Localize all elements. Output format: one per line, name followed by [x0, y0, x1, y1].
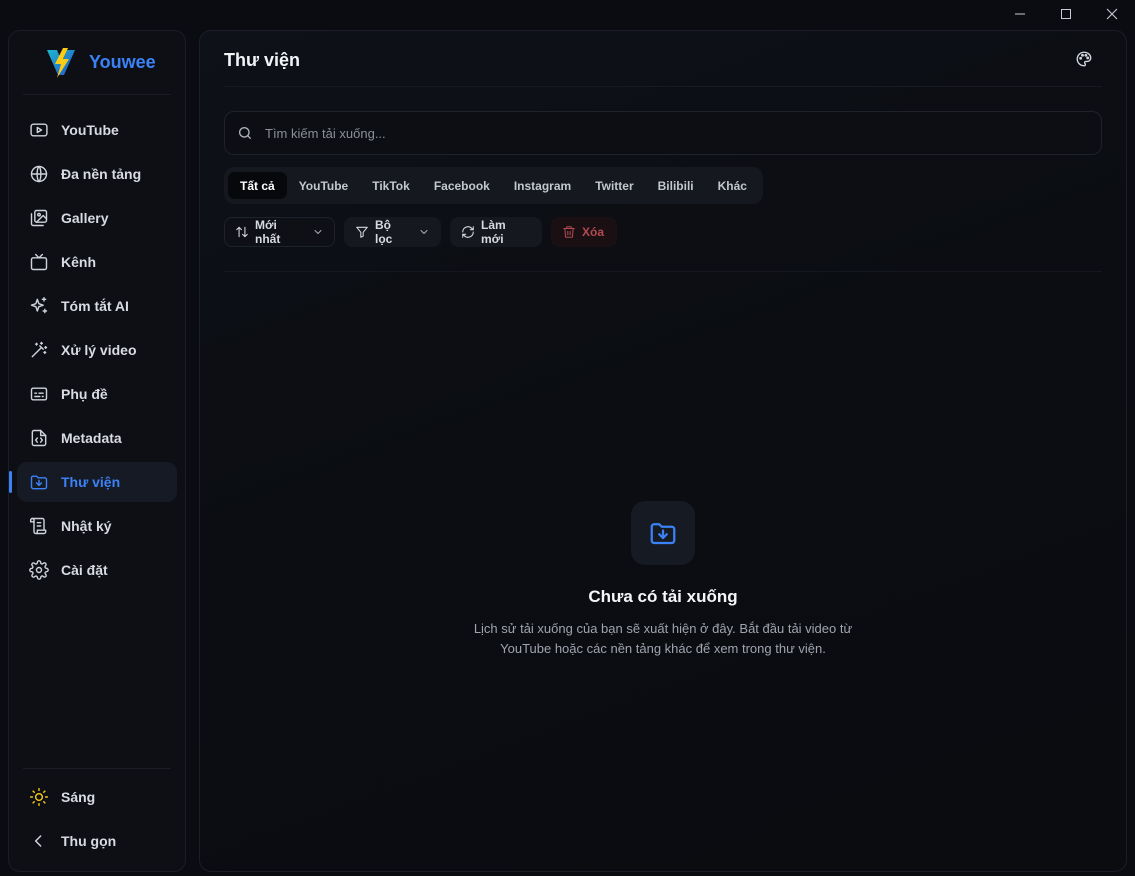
trash-icon	[562, 225, 576, 239]
empty-state-description: Lịch sử tải xuống của bạn sẽ xuất hiện ở…	[473, 621, 853, 656]
page-title: Thư viện	[224, 50, 301, 70]
close-button[interactable]	[1089, 0, 1135, 28]
delete-button[interactable]: Xóa	[551, 217, 617, 247]
sidebar-item-label: Kênh	[61, 254, 96, 270]
gear-icon	[29, 560, 49, 580]
collapse-sidebar-button[interactable]: Thu gọn	[17, 821, 177, 861]
sidebar-item-label: Tóm tắt AI	[61, 298, 129, 314]
tab-instagram[interactable]: Instagram	[502, 172, 583, 199]
theme-palette-button[interactable]	[1075, 50, 1093, 68]
main-panel: Thư viện Tất cả YouTube TikTok Facebook …	[199, 30, 1127, 872]
sidebar-item-label: Xử lý video	[61, 342, 137, 358]
empty-state-title: Chưa có tải xuống	[588, 587, 738, 606]
sidebar-item-label: YouTube	[61, 122, 119, 138]
sidebar-item-label: Cài đặt	[61, 562, 108, 578]
sidebar-item-label: Thư viện	[61, 474, 121, 490]
globe-icon	[29, 164, 49, 184]
sidebar-item-gallery[interactable]: Gallery	[17, 198, 177, 238]
sort-dropdown[interactable]: Mới nhất	[224, 217, 335, 247]
folder-download-icon	[650, 523, 676, 545]
search-input[interactable]	[265, 125, 1101, 141]
filter-dropdown[interactable]: Bộ lọc	[344, 217, 441, 247]
divider	[224, 271, 1102, 272]
filter-icon	[355, 225, 369, 239]
sidebar-bottom: Sáng Thu gọn	[9, 768, 185, 865]
sidebar-item-metadata[interactable]: Metadata	[17, 418, 177, 458]
sidebar-item-channels[interactable]: Kênh	[17, 242, 177, 282]
palette-icon	[1076, 51, 1092, 67]
sidebar-item-label: Metadata	[61, 430, 122, 446]
delete-label: Xóa	[582, 225, 605, 239]
sidebar-item-library[interactable]: Thư viện	[9, 462, 177, 502]
brand[interactable]: Youwee	[23, 31, 171, 95]
tv-icon	[29, 252, 49, 272]
tab-youtube[interactable]: YouTube	[287, 172, 361, 199]
toolbar: Mới nhất Bộ lọc Làm mới Xóa	[224, 217, 617, 247]
window-controls	[997, 0, 1135, 28]
tab-facebook[interactable]: Facebook	[422, 172, 502, 199]
sidebar-nav: YouTube Đa nền tảng Gallery Kênh Tóm tắt…	[9, 110, 185, 594]
tab-bilibili[interactable]: Bilibili	[646, 172, 706, 199]
search-icon	[239, 127, 251, 139]
chevron-down-icon	[312, 226, 324, 238]
theme-toggle-label: Sáng	[61, 789, 96, 805]
chevron-down-icon	[418, 226, 430, 238]
sidebar-item-video-processing[interactable]: Xử lý video	[17, 330, 177, 370]
sort-arrows-icon	[235, 225, 249, 239]
sidebar-item-settings[interactable]: Cài đặt	[17, 550, 177, 590]
minimize-button[interactable]	[997, 0, 1043, 28]
magic-wand-icon	[29, 340, 49, 360]
tab-twitter[interactable]: Twitter	[583, 172, 645, 199]
close-icon	[1106, 8, 1118, 20]
theme-toggle[interactable]: Sáng	[17, 777, 177, 817]
tab-other[interactable]: Khác	[706, 172, 759, 199]
sidebar: Youwee YouTube Đa nền tảng Gallery Kênh	[8, 30, 186, 872]
minimize-icon	[1015, 13, 1025, 15]
youwee-logo-icon	[47, 47, 75, 78]
tab-tiktok[interactable]: TikTok	[360, 172, 422, 199]
maximize-button[interactable]	[1043, 0, 1089, 28]
divider	[224, 86, 1102, 87]
sidebar-item-label: Gallery	[61, 210, 109, 226]
subtitles-icon	[29, 384, 49, 404]
divider	[23, 768, 171, 769]
maximize-icon	[1061, 9, 1071, 19]
sun-icon	[29, 787, 49, 807]
chevron-left-icon	[29, 831, 49, 851]
refresh-icon	[461, 225, 475, 239]
scroll-icon	[29, 516, 49, 536]
search-bar	[224, 111, 1102, 155]
code-file-icon	[29, 428, 49, 448]
sidebar-item-multi-platform[interactable]: Đa nền tảng	[17, 154, 177, 194]
refresh-label: Làm mới	[481, 218, 506, 246]
sidebar-item-youtube[interactable]: YouTube	[17, 110, 177, 150]
empty-state-icon-tile	[631, 501, 695, 565]
sidebar-item-ai-summary[interactable]: Tóm tắt AI	[17, 286, 177, 326]
brand-name: Youwee	[89, 52, 156, 72]
youtube-icon	[29, 120, 49, 140]
sidebar-item-label: Nhật ký	[61, 518, 112, 534]
tab-all[interactable]: Tất cả	[228, 172, 287, 199]
folder-download-icon	[29, 472, 49, 492]
sidebar-item-label: Đa nền tảng	[61, 166, 142, 182]
filter-label: Bộ lọc	[375, 218, 393, 246]
sort-label: Mới nhất	[255, 218, 281, 246]
sidebar-item-logs[interactable]: Nhật ký	[17, 506, 177, 546]
sidebar-item-subtitles[interactable]: Phụ đề	[17, 374, 177, 414]
gallery-icon	[29, 208, 49, 228]
platform-tabs: Tất cả YouTube TikTok Facebook Instagram…	[224, 167, 763, 204]
sidebar-item-label: Phụ đề	[61, 386, 108, 402]
collapse-label: Thu gọn	[61, 833, 117, 849]
sparkles-icon	[29, 296, 49, 316]
refresh-button[interactable]: Làm mới	[450, 217, 542, 247]
empty-state: Chưa có tải xuống Lịch sử tải xuống của …	[200, 501, 1126, 659]
